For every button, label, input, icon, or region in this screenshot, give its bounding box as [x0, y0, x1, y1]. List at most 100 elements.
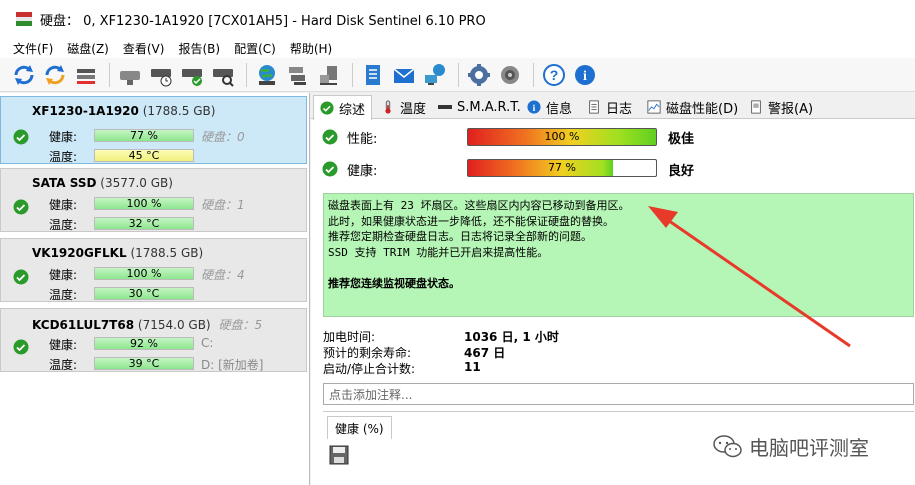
tab-summary[interactable]: 综述: [313, 95, 373, 120]
check-icon: [13, 199, 29, 215]
svg-text:i: i: [583, 69, 587, 84]
check-icon: [13, 129, 29, 145]
health-label: 健康:: [49, 338, 78, 352]
menu-config[interactable]: 配置(C): [227, 40, 283, 57]
temperature-bar: 45 °C: [94, 149, 194, 162]
refresh-icon[interactable]: [10, 61, 38, 89]
tab-label: 警报(A): [768, 101, 814, 117]
tab-info[interactable]: i 信息: [521, 95, 578, 119]
partition-label: C:: [201, 336, 214, 350]
menu-file[interactable]: 文件(F): [0, 40, 60, 57]
temperature-label: 温度:: [49, 358, 78, 372]
tab-smart[interactable]: S.M.A.R.T.: [432, 95, 527, 119]
health-rating: 良好: [668, 164, 695, 179]
health-label: 健康:: [49, 268, 78, 282]
toolbar: ? i: [0, 58, 915, 92]
refresh-all-icon[interactable]: [41, 61, 69, 89]
message-line: 磁盘表面上有 23 坏扇区。这些扇区内内容已移动到备用区。: [328, 199, 630, 212]
health-bar: 77 %: [94, 129, 194, 142]
note-input[interactable]: 点击添加注释...: [323, 383, 914, 405]
temperature-bar: 39 °C: [94, 357, 194, 370]
disk-check-icon[interactable]: [178, 61, 206, 89]
tab-health-percent[interactable]: 健康 (%): [327, 416, 392, 439]
gear-icon[interactable]: [465, 61, 493, 89]
disk-index: 硬盘：5: [218, 318, 263, 332]
save-icon[interactable]: [329, 445, 349, 465]
globe-icon[interactable]: [253, 61, 281, 89]
health-bar: 100 %: [94, 267, 194, 280]
power-on-time-value: 1036 日, 1 小时: [464, 330, 559, 344]
disk-surface-icon[interactable]: [116, 61, 144, 89]
disk-name: KCD61LUL7T68: [32, 318, 135, 332]
tab-label: 信息: [546, 101, 573, 117]
alert-document-icon: [749, 100, 763, 114]
performance-bar: 100 %: [467, 128, 657, 146]
disk-search-icon[interactable]: [209, 61, 237, 89]
toolbar-separator: [533, 62, 534, 87]
temperature-label: 温度:: [49, 218, 78, 232]
disk-header: XF1230-1A1920 (1788.5 GB): [32, 104, 215, 118]
window-title: 硬盘： 0, XF1230-1A1920 [7CX01AH5] - Hard D…: [40, 13, 486, 29]
menu-report[interactable]: 报告(B): [171, 40, 227, 57]
health-label: 健康:: [347, 164, 378, 179]
tab-temperature[interactable]: 温度: [375, 95, 432, 119]
info-icon: i: [527, 100, 541, 114]
menu-bar: 文件(F) 磁盘(Z) 查看(V) 报告(B) 配置(C) 帮助(H): [0, 38, 915, 58]
disk-item[interactable]: XF1230-1A1920 (1788.5 GB) 健康: 77 % 硬盘：0 …: [0, 96, 307, 164]
tab-bar: 综述 温度 S.M.A.R.T. i 信息 日志 磁盘性能(D) 警报(A): [311, 93, 915, 120]
disk-index: 硬盘：1: [201, 198, 245, 212]
watermark-text: 电脑吧评测室: [749, 436, 869, 460]
info-icon[interactable]: i: [571, 61, 599, 89]
sound-icon[interactable]: [496, 61, 524, 89]
health-label: 健康:: [49, 198, 78, 212]
check-icon: [13, 339, 29, 355]
disk-size: (1788.5 GB): [130, 246, 204, 260]
disk-item[interactable]: VK1920GFLKL (1788.5 GB) 健康: 100 % 硬盘：4 温…: [0, 238, 307, 302]
tab-log[interactable]: 日志: [581, 95, 638, 119]
report-icon[interactable]: [359, 61, 387, 89]
disk-size: (7154.0 GB): [137, 318, 211, 332]
message-line: 推荐您定期检查硬盘日志。日志将记录全部新的问题。: [328, 230, 592, 243]
external-disk-icon[interactable]: [315, 61, 343, 89]
disk-schedule-icon[interactable]: [147, 61, 175, 89]
disk-size: (1788.5 GB): [142, 104, 216, 118]
menu-disk[interactable]: 磁盘(Z): [60, 40, 116, 57]
tab-label: 健康 (%): [335, 421, 384, 436]
network-disk-icon[interactable]: [284, 61, 312, 89]
temperature-label: 温度:: [49, 150, 78, 164]
power-on-time-label: 加电时间:: [323, 330, 376, 344]
tab-disk-performance[interactable]: 磁盘性能(D): [641, 95, 744, 119]
disk-list-panel: XF1230-1A1920 (1788.5 GB) 健康: 77 % 硬盘：0 …: [0, 93, 310, 485]
partition-label: D: [新加卷]: [201, 358, 264, 372]
disk-index: 硬盘：4: [201, 268, 245, 282]
help-icon[interactable]: ?: [540, 61, 568, 89]
network-send-icon[interactable]: [421, 61, 449, 89]
performance-label: 性能:: [347, 132, 378, 147]
tab-label: 磁盘性能(D): [666, 101, 739, 117]
title-bar: 硬盘： 0, XF1230-1A1920 [7CX01AH5] - Hard D…: [0, 0, 915, 38]
status-message-box: 磁盘表面上有 23 坏扇区。这些扇区内内容已移动到备用区。 此时，如果健康状态进…: [323, 193, 914, 317]
check-icon: [13, 269, 29, 285]
app-icon: [16, 12, 32, 26]
tab-label: 温度: [400, 101, 427, 117]
toolbar-separator: [246, 62, 247, 87]
email-icon[interactable]: [390, 61, 418, 89]
tab-alerts[interactable]: 警报(A): [743, 95, 819, 119]
health-bar: 92 %: [94, 337, 194, 350]
disk-item[interactable]: SATA SSD (3577.0 GB) 健康: 100 % 硬盘：1 温度: …: [0, 168, 307, 232]
disk-list-icon[interactable]: [72, 61, 100, 89]
disk-name: SATA SSD: [32, 176, 97, 190]
health-bar: 100 %: [94, 197, 194, 210]
disk-item[interactable]: KCD61LUL7T68 (7154.0 GB) 硬盘：5 健康: 92 % C…: [0, 308, 307, 372]
tab-label: 综述: [339, 102, 366, 118]
start-stop-count-label: 启动/停止合计数:: [323, 362, 416, 376]
menu-help[interactable]: 帮助(H): [283, 40, 339, 57]
svg-text:i: i: [533, 103, 536, 114]
check-icon: [322, 161, 338, 177]
check-icon: [320, 101, 334, 115]
message-line: 此时，如果健康状态进一步降低，还不能保证硬盘的替换。: [328, 214, 614, 228]
details-panel: 综述 温度 S.M.A.R.T. i 信息 日志 磁盘性能(D) 警报(A) 性…: [311, 93, 915, 485]
menu-view[interactable]: 查看(V): [116, 40, 172, 57]
remaining-lifetime-value: 467 日: [464, 346, 506, 360]
chart-icon: [647, 100, 661, 114]
